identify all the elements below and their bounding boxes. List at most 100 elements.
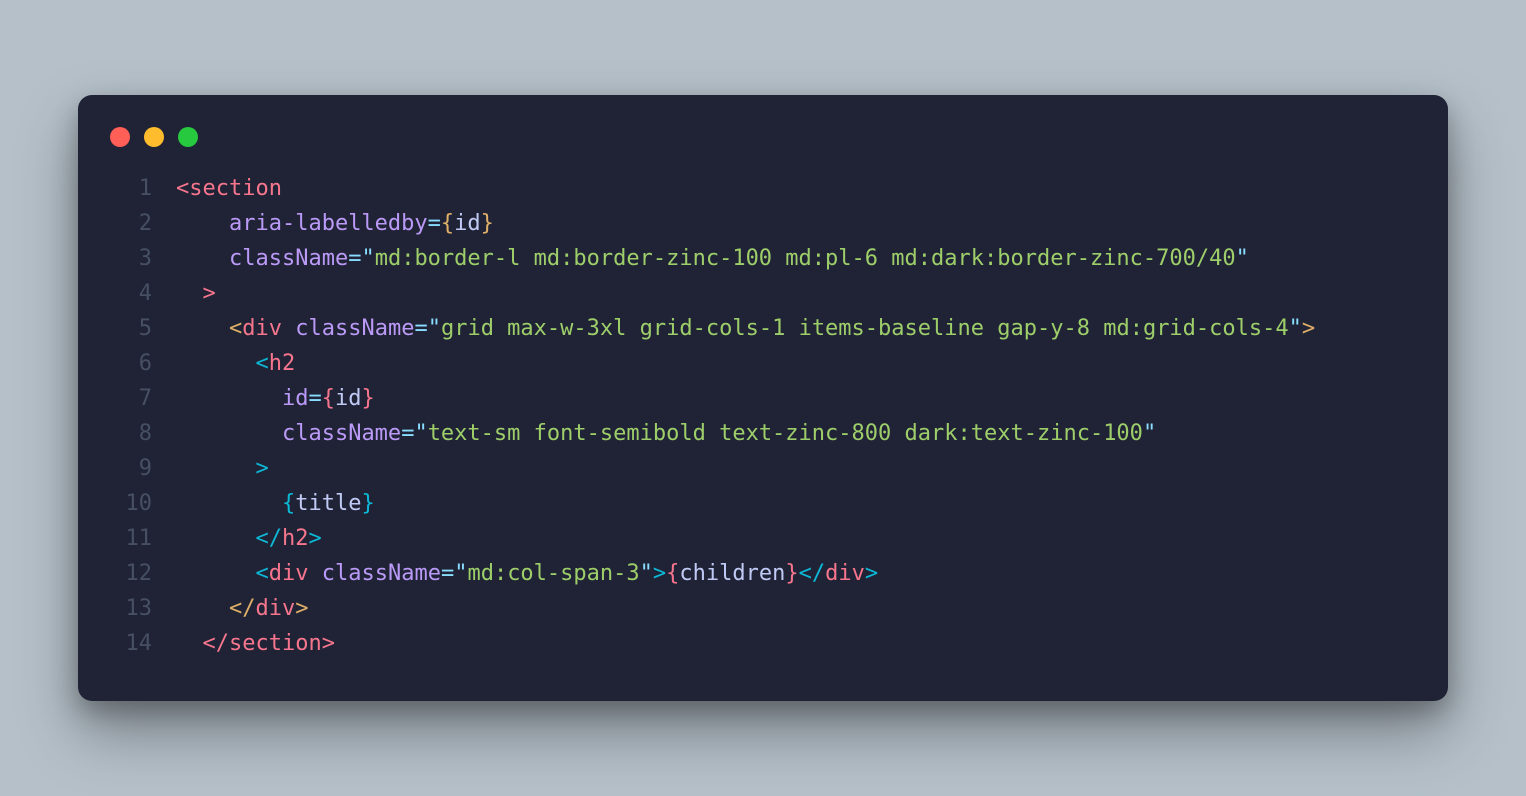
- token: =: [348, 246, 361, 271]
- code-line[interactable]: 4 >: [110, 276, 1416, 311]
- token: section: [229, 631, 322, 656]
- code-line[interactable]: 8 className="text-sm font-semibold text-…: [110, 416, 1416, 451]
- line-number: 8: [110, 416, 152, 451]
- line-number: 3: [110, 241, 152, 276]
- token: }: [361, 386, 374, 411]
- code-content[interactable]: <div className="md:col-span-3">{children…: [176, 556, 878, 591]
- token: [176, 596, 229, 621]
- token: div: [825, 561, 865, 586]
- code-content[interactable]: <h2: [176, 346, 295, 381]
- line-number: 7: [110, 381, 152, 416]
- token: [308, 561, 321, 586]
- code-content[interactable]: >: [176, 276, 216, 311]
- code-line[interactable]: 5 <div className="grid max-w-3xl grid-co…: [110, 311, 1416, 346]
- token: [176, 316, 229, 341]
- token: text-sm font-semibold text-zinc-800 dark…: [428, 421, 1143, 446]
- token: ": [1236, 246, 1249, 271]
- token: ": [1143, 421, 1156, 446]
- line-number: 9: [110, 451, 152, 486]
- code-line[interactable]: 11 </h2>: [110, 521, 1416, 556]
- token: id: [454, 211, 481, 236]
- line-number: 5: [110, 311, 152, 346]
- token: >: [203, 281, 216, 306]
- token: [176, 561, 255, 586]
- token: ": [1289, 316, 1302, 341]
- code-content[interactable]: aria-labelledby={id}: [176, 206, 494, 241]
- token: className: [229, 246, 348, 271]
- code-editor[interactable]: 1<section2 aria-labelledby={id}3 classNa…: [78, 171, 1448, 661]
- line-number: 14: [110, 626, 152, 661]
- token: aria-labelledby: [229, 211, 428, 236]
- code-content[interactable]: </section>: [176, 626, 335, 661]
- token: <: [255, 561, 268, 586]
- code-line[interactable]: 6 <h2: [110, 346, 1416, 381]
- token: </: [799, 561, 826, 586]
- token: ": [454, 561, 467, 586]
- maximize-icon[interactable]: [178, 127, 198, 147]
- line-number: 10: [110, 486, 152, 521]
- line-number: 13: [110, 591, 152, 626]
- token: >: [653, 561, 666, 586]
- token: =: [414, 316, 427, 341]
- token: <: [255, 351, 268, 376]
- token: }: [481, 211, 494, 236]
- minimize-icon[interactable]: [144, 127, 164, 147]
- token: =: [441, 561, 454, 586]
- token: h2: [269, 351, 296, 376]
- code-line[interactable]: 7 id={id}: [110, 381, 1416, 416]
- token: <: [229, 316, 242, 341]
- close-icon[interactable]: [110, 127, 130, 147]
- code-content[interactable]: className="text-sm font-semibold text-zi…: [176, 416, 1156, 451]
- code-content[interactable]: <section: [176, 171, 282, 206]
- line-number: 12: [110, 556, 152, 591]
- code-line[interactable]: 3 className="md:border-l md:border-zinc-…: [110, 241, 1416, 276]
- token: </: [203, 631, 230, 656]
- code-window: 1<section2 aria-labelledby={id}3 classNa…: [78, 95, 1448, 701]
- token: {: [282, 491, 295, 516]
- token: grid max-w-3xl grid-cols-1 items-baselin…: [441, 316, 1289, 341]
- code-content[interactable]: id={id}: [176, 381, 375, 416]
- token: {: [441, 211, 454, 236]
- token: [176, 211, 229, 236]
- token: id: [282, 386, 309, 411]
- code-line[interactable]: 12 <div className="md:col-span-3">{child…: [110, 556, 1416, 591]
- code-line[interactable]: 13 </div>: [110, 591, 1416, 626]
- token: {: [666, 561, 679, 586]
- line-number: 4: [110, 276, 152, 311]
- token: </: [255, 526, 282, 551]
- token: ": [640, 561, 653, 586]
- token: ": [361, 246, 374, 271]
- code-content[interactable]: <div className="grid max-w-3xl grid-cols…: [176, 311, 1315, 346]
- code-line[interactable]: 1<section: [110, 171, 1416, 206]
- code-line[interactable]: 10 {title}: [110, 486, 1416, 521]
- code-line[interactable]: 9 >: [110, 451, 1416, 486]
- token: title: [295, 491, 361, 516]
- code-content[interactable]: className="md:border-l md:border-zinc-10…: [176, 241, 1249, 276]
- token: >: [255, 456, 268, 481]
- code-content[interactable]: </h2>: [176, 521, 322, 556]
- token: ": [414, 421, 427, 446]
- token: md:col-span-3: [467, 561, 639, 586]
- code-content[interactable]: {title}: [176, 486, 375, 521]
- token: </: [229, 596, 256, 621]
- line-number: 11: [110, 521, 152, 556]
- token: h2: [282, 526, 309, 551]
- token: }: [785, 561, 798, 586]
- token: >: [295, 596, 308, 621]
- token: className: [282, 421, 401, 446]
- token: [176, 456, 255, 481]
- token: [176, 386, 282, 411]
- code-line[interactable]: 2 aria-labelledby={id}: [110, 206, 1416, 241]
- token: id: [335, 386, 362, 411]
- code-line[interactable]: 14 </section>: [110, 626, 1416, 661]
- token: [176, 421, 282, 446]
- token: [176, 491, 282, 516]
- token: ": [428, 316, 441, 341]
- token: section: [189, 176, 282, 201]
- code-content[interactable]: >: [176, 451, 269, 486]
- token: div: [269, 561, 309, 586]
- code-content[interactable]: </div>: [176, 591, 308, 626]
- token: [176, 526, 255, 551]
- token: >: [1302, 316, 1315, 341]
- token: [176, 281, 203, 306]
